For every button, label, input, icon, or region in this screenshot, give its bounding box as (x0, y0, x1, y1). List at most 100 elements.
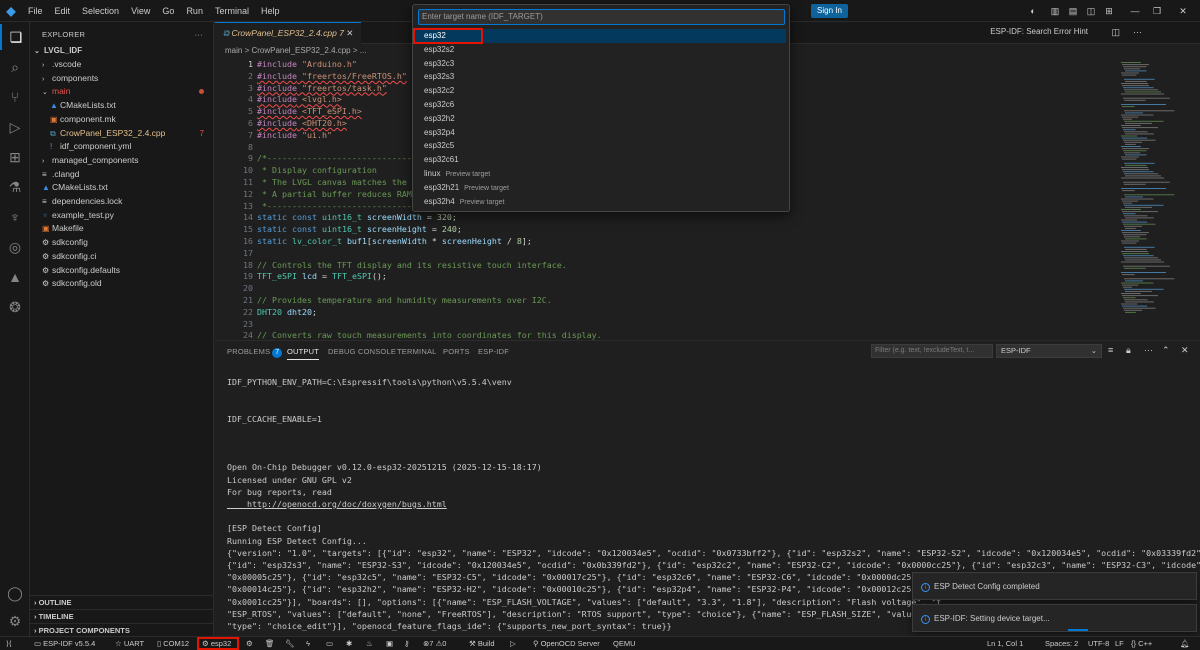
more-actions-icon[interactable]: ··· (1144, 345, 1153, 355)
split-editor-icon[interactable]: ◫ (1111, 27, 1120, 38)
sdkconfig-icon[interactable]: ⚙ (246, 637, 253, 650)
minimize-icon[interactable]: — (1128, 4, 1142, 18)
code-line[interactable]: #include "ui.h" (257, 130, 332, 140)
tree-file[interactable]: ▣ Makefile (30, 222, 214, 236)
minimap[interactable] (1115, 57, 1200, 340)
cursor-position[interactable]: Ln 1, Col 1 (987, 637, 1023, 650)
tab-ports[interactable]: PORTS (443, 347, 470, 356)
code-line[interactable]: * Display configuration (257, 165, 377, 175)
code-line[interactable]: #include "freertos/task.h" (257, 83, 387, 93)
notification-setting-target[interactable]: i ESP-IDF: Setting device target... (912, 604, 1197, 632)
openocd-server[interactable]: ⚲ OpenOCD Server (533, 637, 600, 650)
language-mode[interactable]: {} C++ (1131, 637, 1152, 650)
manage-gear-icon[interactable]: ⚙ (0, 608, 30, 634)
testing-icon[interactable]: ⚗ (0, 174, 30, 200)
target-option-esp32p4[interactable]: esp32p4 (414, 126, 786, 140)
code-line[interactable]: #include "Arduino.h" (257, 59, 357, 69)
encoding[interactable]: UTF-8 (1088, 637, 1109, 650)
source-control-icon[interactable]: ⑂ (0, 84, 30, 110)
debug-icon[interactable]: ✱ (346, 637, 352, 650)
tree-folder[interactable]: › managed_components (30, 154, 214, 168)
tree-file[interactable]: ≡ .clangd (30, 168, 214, 182)
esp-idf-icon[interactable]: ▲ (0, 264, 30, 290)
flame-icon[interactable]: ♨ (366, 637, 373, 650)
lock-scroll-icon[interactable]: 🔒︎ (1126, 345, 1131, 356)
toggle-panel-icon[interactable]: ▤ (1066, 4, 1080, 18)
code-line[interactable]: *----------------------------- (257, 201, 412, 211)
workspace-root[interactable]: ⌄ LVGL_IDF (30, 44, 214, 58)
target-option-esp32c2[interactable]: esp32c2 (414, 84, 786, 98)
code-line[interactable]: TFT_eSPI lcd = TFT_eSPI(); (257, 271, 387, 281)
output-channel-select[interactable]: ESP-IDF ⌄ (996, 344, 1102, 358)
remote-icon[interactable]: ◎ (0, 234, 30, 260)
search-icon[interactable]: ⌕ (0, 54, 30, 80)
flash-icon[interactable]: ϟ (306, 637, 310, 650)
tree-file[interactable]: ♆ example_test.py (30, 209, 214, 223)
timeline-section[interactable]: › TIMELINE (30, 609, 214, 623)
project-components-section[interactable]: › PROJECT COMPONENTS (30, 623, 214, 637)
tree-file[interactable]: ⚙ sdkconfig (30, 236, 214, 250)
tree-folder[interactable]: ⌄ main (30, 85, 214, 99)
notifications-bell-icon[interactable]: 🔔︎ (1180, 637, 1190, 650)
tab-esp-idf[interactable]: ESP-IDF (478, 347, 509, 356)
menu-edit[interactable]: Edit (49, 0, 77, 22)
code-line[interactable]: DHT20 dht20; (257, 307, 317, 317)
account-icon[interactable]: ◯ (0, 580, 30, 606)
tree-file[interactable]: ⧉ CrowPanel_ESP32_2.4.cpp 7 (30, 127, 214, 141)
maximize-panel-icon[interactable]: ⌃ (1162, 345, 1170, 356)
full-clean-icon[interactable]: 🗑︎ (265, 637, 275, 650)
target-option-esp32c61[interactable]: esp32c61 (414, 153, 786, 167)
target-name-input[interactable]: Enter target name (IDF_TARGET) (418, 9, 785, 25)
output-filter-input[interactable]: Filter (e.g. text, !excludeText, t... (871, 344, 993, 358)
tab-output[interactable]: OUTPUT (287, 347, 320, 360)
target-option-esp32h2[interactable]: esp32h2 (414, 112, 786, 126)
build-button[interactable]: ⚒ Build (469, 637, 495, 650)
customize-layout-icon[interactable]: ⊞ (1102, 4, 1116, 18)
flash-button-icon[interactable]: ▷ (510, 637, 516, 650)
tree-file[interactable]: ⚙ sdkconfig.old (30, 277, 214, 291)
code-line[interactable]: // Converts raw touch measurements into … (257, 330, 602, 340)
outline-section[interactable]: › OUTLINE (30, 595, 214, 609)
monitor-icon[interactable]: ▭ (326, 637, 333, 650)
tab-debug-console[interactable]: DEBUG CONSOLE (328, 347, 396, 356)
code-line[interactable]: // Controls the TFT display and its resi… (257, 260, 567, 270)
tree-folder[interactable]: › components (30, 72, 214, 86)
key-icon[interactable]: ⚷ (404, 637, 410, 650)
toggle-secondary-sidebar-icon[interactable]: ◫ (1084, 4, 1098, 18)
tree-file[interactable]: ▲ CMakeLists.txt (30, 181, 214, 195)
remote-indicator-icon[interactable]: ⟩⟨ (6, 637, 12, 650)
qemu-button[interactable]: QEMU (613, 637, 636, 650)
menu-help[interactable]: Help (255, 0, 286, 22)
tree-file[interactable]: ⚙ sdkconfig.defaults (30, 264, 214, 278)
explorer-icon[interactable]: ❏ (0, 24, 30, 50)
toggle-sidebar-icon[interactable]: ▥ (1048, 4, 1062, 18)
tree-file[interactable]: ⚙ sdkconfig.ci (30, 250, 214, 264)
notification-detect-config[interactable]: i ESP Detect Config completed (912, 572, 1197, 600)
end-of-line[interactable]: LF (1115, 637, 1124, 650)
target-option-esp32c6[interactable]: esp32c6 (414, 98, 786, 112)
menu-terminal[interactable]: Terminal (209, 0, 255, 22)
target-option-esp32h21[interactable]: esp32h21 Preview target (414, 181, 786, 195)
flash-method[interactable]: ☆ UART (115, 637, 144, 650)
code-line[interactable]: /*----------------------------- (257, 153, 412, 163)
problems-status[interactable]: ⊗7 ⚠0 (423, 637, 446, 650)
menu-file[interactable]: File (22, 0, 49, 22)
menu-run[interactable]: Run (180, 0, 209, 22)
code-line[interactable]: * The LVGL canvas matches the p (257, 177, 417, 187)
target-option-esp32s3[interactable]: esp32s3 (414, 70, 786, 84)
python-icon[interactable]: ♆ (0, 204, 30, 230)
close-tab-icon[interactable]: ✕ (346, 28, 353, 38)
more-actions-icon[interactable]: ··· (1133, 27, 1142, 37)
indentation[interactable]: Spaces: 2 (1045, 637, 1078, 650)
target-option-esp32s2[interactable]: esp32s2 (414, 43, 786, 57)
more-actions-icon[interactable]: ··· (195, 30, 203, 39)
code-line[interactable]: // Provides temperature and humidity mea… (257, 295, 552, 305)
idf-version[interactable]: ▭ ESP-IDF v5.5.4 (34, 637, 95, 650)
tab-crowpanel[interactable]: ⧉ CrowPanel_ESP32_2.4.cpp 7 ✕ (215, 22, 362, 44)
serial-port[interactable]: ▯ COM12 (157, 637, 189, 650)
target-option-linux[interactable]: linux Preview target (414, 167, 786, 181)
code-line[interactable]: #include <DHT20.h> (257, 118, 347, 128)
build-wrench-icon[interactable]: 🔧︎ (285, 637, 295, 650)
maximize-icon[interactable]: ❐ (1150, 4, 1164, 18)
target-option-esp32c3[interactable]: esp32c3 (414, 57, 786, 71)
